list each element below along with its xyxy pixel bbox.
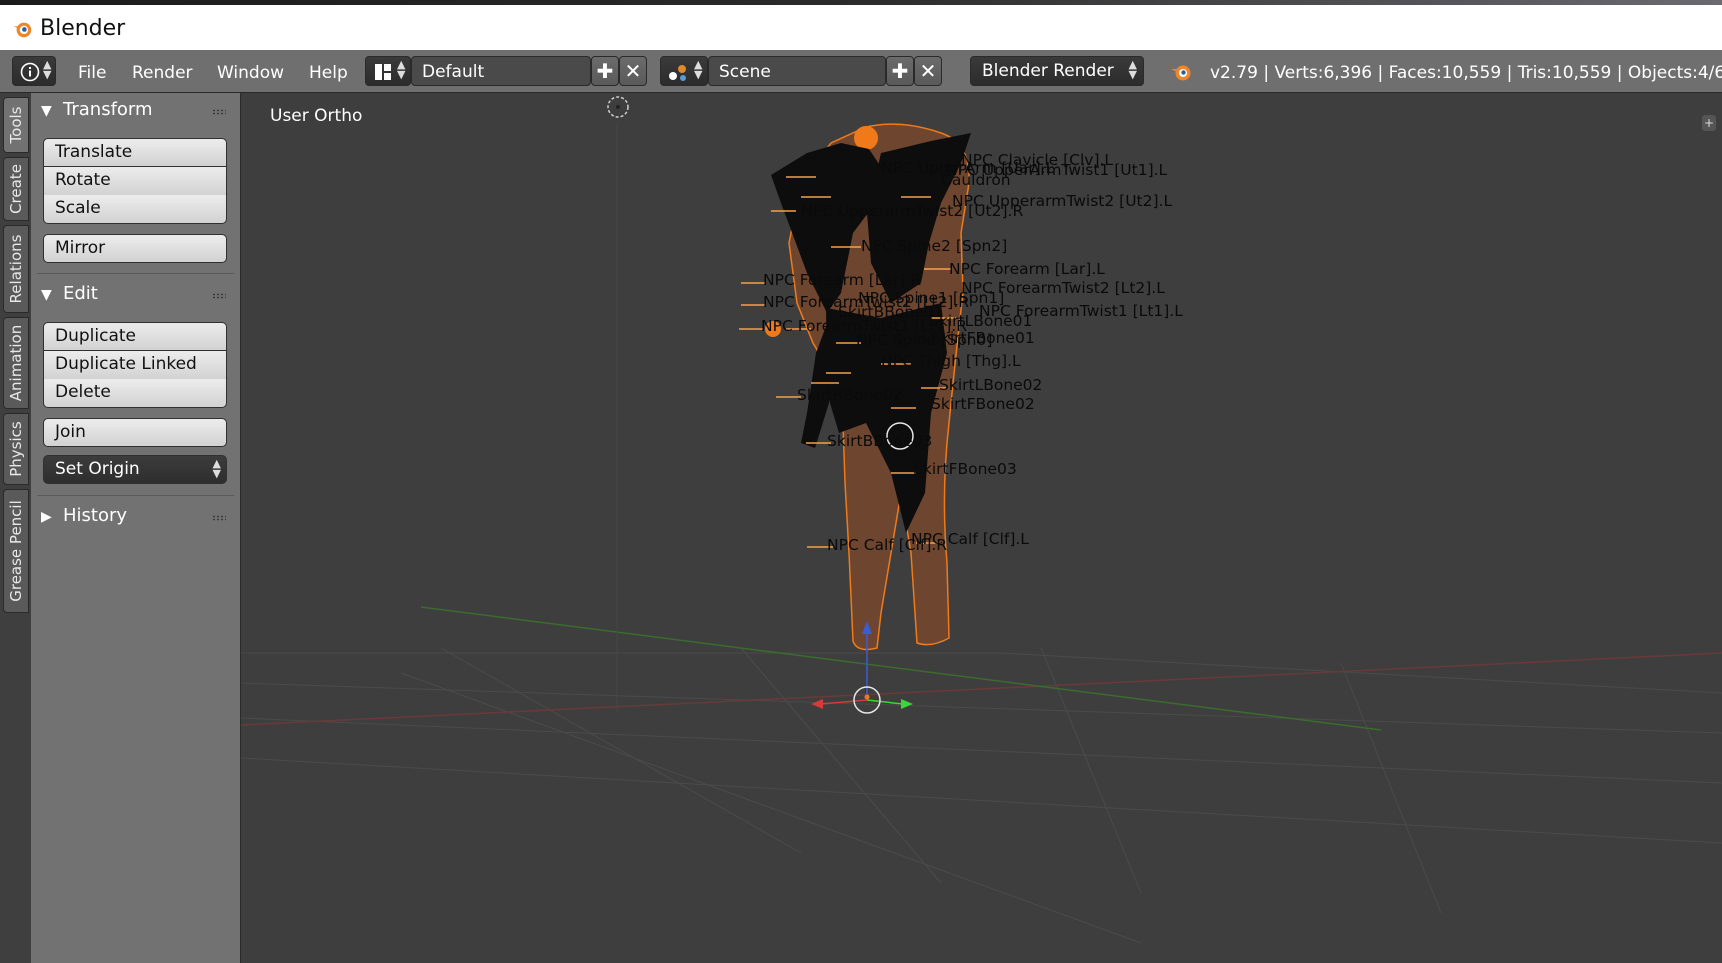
tool-shelf-tabs: Tools Create Relations Animation Physics… <box>0 93 32 963</box>
panel-divider <box>37 273 234 274</box>
3d-viewport[interactable]: User Ortho NPC Clavicle [Clv].L NPC Uppe… <box>241 93 1722 963</box>
menu-window[interactable]: Window <box>217 63 284 83</box>
translate-button[interactable]: Translate <box>43 138 227 167</box>
bone-label: SkirtLBone02 <box>939 376 1043 394</box>
3d-cursor-icon[interactable] <box>607 96 629 118</box>
editor-type-button[interactable]: ▲ ▼ <box>12 56 56 86</box>
window-title: Blender <box>40 16 126 41</box>
bone-label: SkirtBBone03 <box>827 432 933 450</box>
y-axis-line <box>420 606 1382 731</box>
transform-panel-header[interactable]: ▼ Transform <box>41 99 153 120</box>
add-scene-button[interactable]: ✚ <box>886 56 914 86</box>
tab-physics-label: Physics <box>7 421 25 477</box>
scale-button[interactable]: Scale <box>43 195 227 224</box>
title-bar: Blender <box>0 5 1722 50</box>
tab-animation[interactable]: Animation <box>3 317 29 409</box>
close-icon: ✕ <box>919 59 937 83</box>
add-icon: ✚ <box>596 59 614 83</box>
viewport-scene <box>241 96 1722 944</box>
updown-arrows-icon: ▲ ▼ <box>694 58 703 81</box>
mirror-button[interactable]: Mirror <box>43 234 227 263</box>
triangle-right-icon: ▶ <box>41 509 52 525</box>
tab-create-label: Create <box>7 164 25 214</box>
layout-name-field[interactable]: Default <box>411 56 591 86</box>
updown-arrows-icon: ▲ ▼ <box>1128 58 1137 81</box>
scene-statistics: v2.79 | Verts:6,396 | Faces:10,559 | Tri… <box>1210 63 1722 83</box>
tab-tools[interactable]: Tools <box>3 97 29 153</box>
edit-panel-title: Edit <box>63 283 98 304</box>
triangle-down-icon: ▼ <box>41 103 52 119</box>
bone-label: SkirtFBone03 <box>913 460 1017 478</box>
tab-create[interactable]: Create <box>3 157 29 221</box>
tab-grease-pencil[interactable]: Grease Pencil <box>3 489 29 613</box>
panel-divider <box>37 495 234 496</box>
info-header: ▲ ▼ File Render Window Help ▲ ▼ Default ✚ … <box>0 50 1722 93</box>
rotate-button[interactable]: Rotate <box>43 167 227 196</box>
grip-icon[interactable] <box>212 109 226 115</box>
menu-render[interactable]: Render <box>132 63 193 83</box>
close-icon: ✕ <box>624 59 642 83</box>
updown-arrows-icon: ▲ ▼ <box>397 58 406 81</box>
blender-logo-icon <box>13 22 32 38</box>
delete-scene-button[interactable]: ✕ <box>914 56 942 86</box>
duplicate-button[interactable]: Duplicate <box>43 322 227 351</box>
bone-label: NPC Spine2 [Spn2] <box>861 237 1008 255</box>
bone-label: SkirtFBone02 <box>931 395 1035 413</box>
join-button[interactable]: Join <box>43 418 227 447</box>
history-panel-header[interactable]: ▶ History <box>41 505 127 526</box>
history-panel-title: History <box>63 505 128 526</box>
duplicate-linked-button[interactable]: Duplicate Linked <box>43 351 227 380</box>
tab-grease-pencil-label: Grease Pencil <box>7 500 25 602</box>
screen-layout-icon <box>375 64 391 80</box>
scene-name-field[interactable]: Scene <box>708 56 886 86</box>
render-engine-icon <box>1171 65 1191 81</box>
updown-arrows-icon: ▲ ▼ <box>212 457 221 480</box>
bone-label: SkirtRBone02 <box>797 386 903 404</box>
render-engine-value: Blender Render <box>982 61 1114 81</box>
bone-label: SkirtFBone01 <box>931 329 1035 347</box>
scene-browse-button[interactable]: ▲ ▼ <box>660 56 708 86</box>
edit-panel-header[interactable]: ▼ Edit <box>41 283 98 304</box>
view-label: User Ortho <box>270 106 363 126</box>
tab-relations[interactable]: Relations <box>3 225 29 313</box>
transform-panel-title: Transform <box>63 99 153 120</box>
info-icon <box>20 62 40 82</box>
set-origin-label: Set Origin <box>55 459 140 479</box>
grip-icon[interactable] <box>212 515 226 521</box>
triangle-down-icon: ▼ <box>41 287 52 303</box>
tab-relations-label: Relations <box>7 234 25 304</box>
tab-animation-label: Animation <box>7 324 25 402</box>
x-axis-line <box>241 652 1722 726</box>
properties-region-toggle[interactable]: + <box>1702 115 1716 131</box>
delete-layout-button[interactable]: ✕ <box>619 56 647 86</box>
bone-label: NPC Forearm [Lar].R <box>763 271 922 289</box>
tool-shelf: ▼ Transform Translate Rotate Scale Mirror… <box>31 93 241 963</box>
grip-icon[interactable] <box>212 293 226 299</box>
render-engine-dropdown[interactable]: Blender Render ▲ ▼ <box>970 56 1144 86</box>
menu-help[interactable]: Help <box>309 63 348 83</box>
bone-label: NPC Calf [Clf].R <box>827 536 948 554</box>
tab-tools-label: Tools <box>7 106 25 144</box>
floor-grid <box>241 647 1722 944</box>
add-layout-button[interactable]: ✚ <box>591 56 619 86</box>
delete-button[interactable]: Delete <box>43 379 227 408</box>
bone-label: NPC UpperarmTwist2 [Ut2].R <box>801 202 1024 220</box>
add-icon: ✚ <box>891 59 909 83</box>
updown-arrows-icon: ▲ ▼ <box>43 58 52 81</box>
scene-icon <box>669 65 686 81</box>
layout-browse-button[interactable]: ▲ ▼ <box>365 56 411 86</box>
bone-label: NPC Thigh [Thg].L <box>881 352 1021 370</box>
menu-file[interactable]: File <box>78 63 106 83</box>
tab-physics[interactable]: Physics <box>3 413 29 485</box>
bone-label: NPC Forearm [Lar].L <box>949 260 1105 278</box>
set-origin-dropdown[interactable]: Set Origin ▲ ▼ <box>43 455 227 484</box>
bone-label: Cauldron <box>941 171 1011 189</box>
add-icon: + <box>1703 116 1715 130</box>
